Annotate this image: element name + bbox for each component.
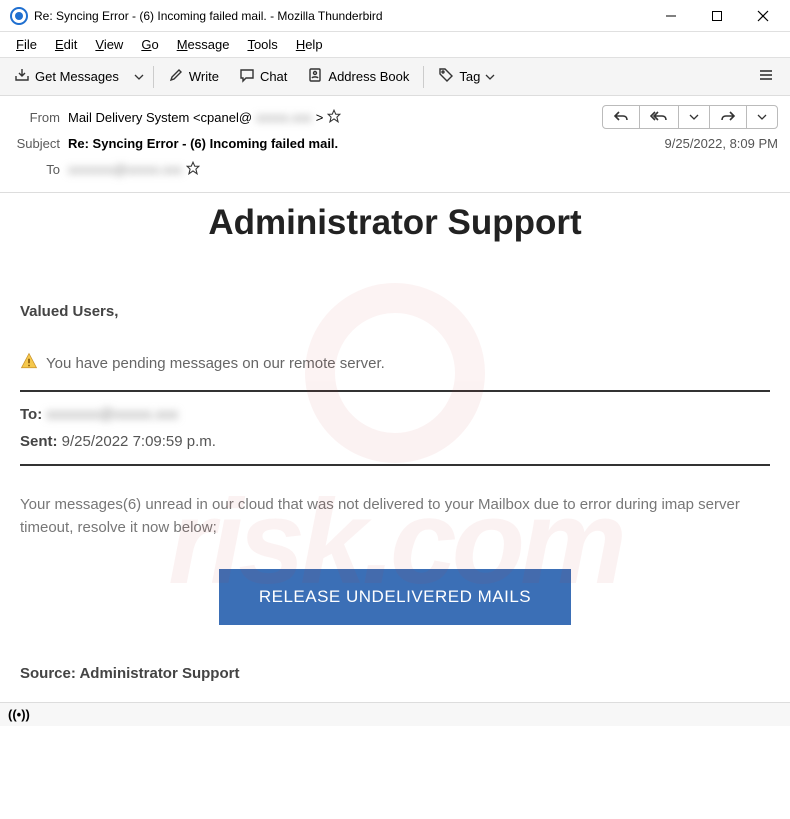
separator	[423, 66, 424, 88]
thunderbird-icon	[10, 7, 28, 25]
menu-message[interactable]: Message	[169, 34, 238, 55]
write-label: Write	[189, 69, 219, 84]
body-sent-line: Sent: 9/25/2022 7:09:59 p.m.	[20, 433, 770, 450]
greeting: Valued Users,	[20, 303, 770, 320]
message-actions	[602, 105, 778, 129]
subject-value: Re: Syncing Error - (6) Incoming failed …	[68, 136, 665, 151]
pencil-icon	[168, 67, 184, 86]
tag-icon	[438, 67, 454, 86]
window-controls	[648, 1, 786, 31]
menu-help[interactable]: Help	[288, 34, 331, 55]
to-value: xxxxxxx@xxxxx.xxx	[68, 161, 778, 178]
minimize-button[interactable]	[648, 1, 694, 31]
divider	[20, 390, 770, 392]
warning-icon	[20, 352, 38, 374]
window-title: Re: Syncing Error - (6) Incoming failed …	[34, 9, 648, 23]
menu-go[interactable]: Go	[133, 34, 166, 55]
body-to-line: To: xxxxxxx@xxxxx.xxx	[20, 406, 770, 423]
source-line: Source: Administrator Support	[20, 665, 770, 682]
from-value: Mail Delivery System <cpanel@xxxxx.xxx>	[68, 109, 602, 126]
chat-button[interactable]: Chat	[231, 62, 295, 91]
main-toolbar: Get Messages Write Chat Address Book Tag	[0, 58, 790, 96]
inbox-download-icon	[14, 67, 30, 86]
address-book-label: Address Book	[328, 69, 409, 84]
email-body: risk.com Administrator Support Valued Us…	[0, 193, 790, 702]
reply-all-button[interactable]	[640, 106, 679, 128]
menu-file[interactable]: File	[8, 34, 45, 55]
star-contact-icon[interactable]	[327, 109, 341, 126]
address-book-icon	[307, 67, 323, 86]
window-titlebar: Re: Syncing Error - (6) Incoming failed …	[0, 0, 790, 32]
forward-dropdown[interactable]	[747, 106, 777, 128]
message-header: From Mail Delivery System <cpanel@xxxxx.…	[0, 96, 790, 193]
to-label: To	[12, 162, 68, 177]
write-button[interactable]: Write	[160, 62, 227, 91]
pending-text: You have pending messages on our remote …	[46, 355, 385, 372]
divider	[20, 464, 770, 466]
email-title: Administrator Support	[20, 203, 770, 243]
chevron-down-icon	[485, 72, 495, 82]
separator	[153, 66, 154, 88]
star-contact-icon[interactable]	[186, 161, 200, 178]
from-label: From	[12, 110, 68, 125]
status-bar: ((•))	[0, 702, 790, 726]
chat-label: Chat	[260, 69, 287, 84]
menu-tools[interactable]: Tools	[239, 34, 285, 55]
address-book-button[interactable]: Address Book	[299, 62, 417, 91]
get-messages-label: Get Messages	[35, 69, 119, 84]
body-message: Your messages(6) unread in our cloud tha…	[20, 494, 770, 539]
menu-edit[interactable]: Edit	[47, 34, 85, 55]
menu-view[interactable]: View	[87, 34, 131, 55]
connection-icon[interactable]: ((•))	[8, 707, 30, 722]
maximize-button[interactable]	[694, 1, 740, 31]
close-button[interactable]	[740, 1, 786, 31]
reply-all-dropdown[interactable]	[679, 106, 710, 128]
forward-button[interactable]	[710, 106, 747, 128]
get-messages-button[interactable]: Get Messages	[6, 62, 127, 91]
reply-button[interactable]	[603, 106, 640, 128]
menu-bar: File Edit View Go Message Tools Help	[0, 32, 790, 58]
pending-notice: You have pending messages on our remote …	[20, 352, 770, 374]
release-mails-button[interactable]: RELEASE UNDELIVERED MAILS	[219, 569, 571, 625]
tag-button[interactable]: Tag	[430, 62, 503, 91]
tag-label: Tag	[459, 69, 480, 84]
get-messages-dropdown[interactable]	[131, 67, 147, 87]
chat-icon	[239, 67, 255, 86]
message-date: 9/25/2022, 8:09 PM	[665, 136, 778, 151]
app-menu-button[interactable]	[748, 62, 784, 91]
subject-label: Subject	[12, 136, 68, 151]
